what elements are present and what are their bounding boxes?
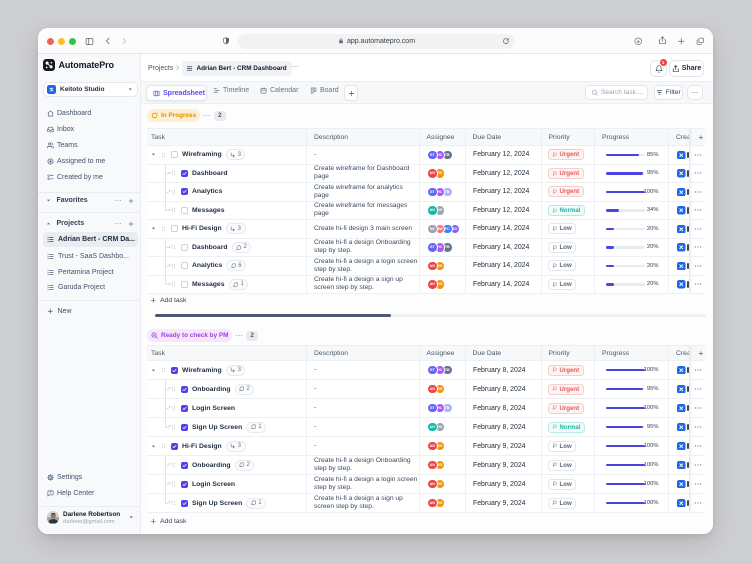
svg-text:?: ? [49, 491, 51, 495]
